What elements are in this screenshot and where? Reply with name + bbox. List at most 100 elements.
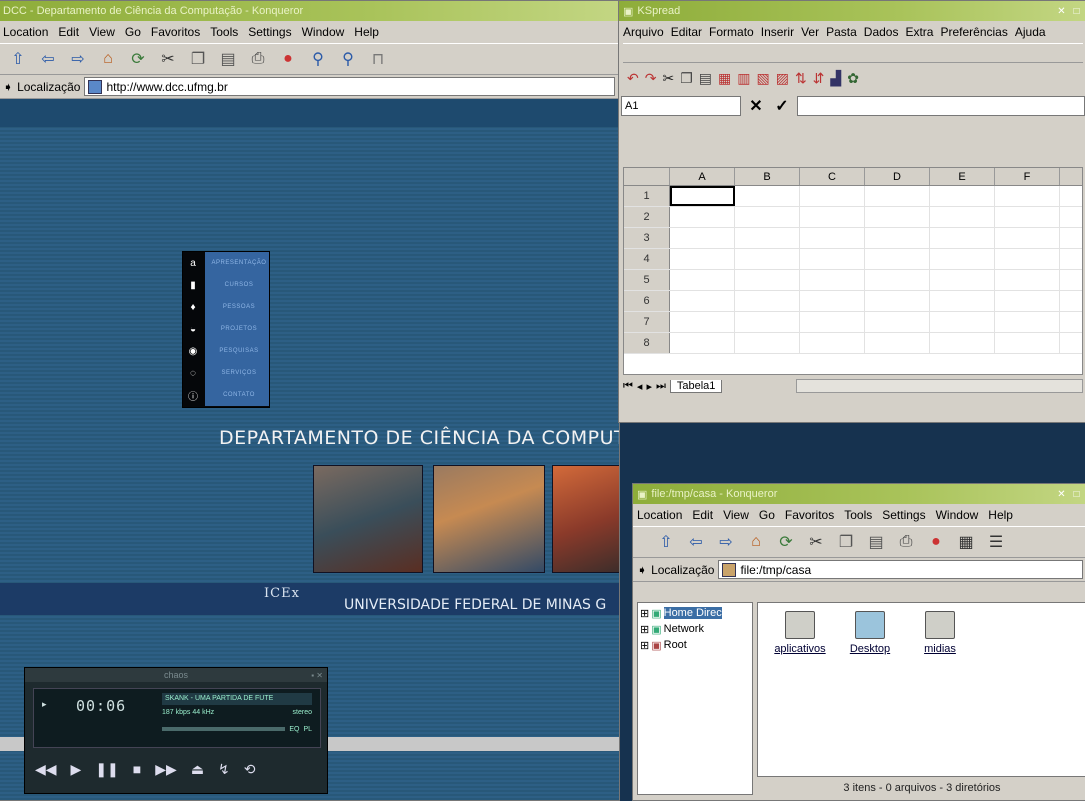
shuffle-icon[interactable]: ↯ xyxy=(218,761,230,778)
konqueror-title-bar[interactable]: DCC - Departamento de Ciência da Computa… xyxy=(0,1,619,21)
cell[interactable] xyxy=(995,186,1060,206)
icon-view-icon[interactable]: ▦ xyxy=(953,529,979,555)
file-item-midias[interactable]: midias xyxy=(908,611,972,655)
home-icon[interactable]: ⌂ xyxy=(743,529,769,555)
menu-favoritos[interactable]: Favoritos xyxy=(785,507,834,523)
eject-icon[interactable]: ⏏ xyxy=(191,761,204,778)
menu-dados[interactable]: Dados xyxy=(864,24,899,40)
nav-item-cursos[interactable]: ▮ CURSOS xyxy=(183,274,269,296)
maximize-icon[interactable]: □ xyxy=(1070,6,1083,17)
sheet-last-icon[interactable]: ⏭ xyxy=(656,380,666,393)
column-header[interactable]: A xyxy=(670,168,735,185)
menu-settings[interactable]: Settings xyxy=(248,24,291,40)
repeat-icon[interactable]: ⟲ xyxy=(244,761,256,778)
menu-extra[interactable]: Extra xyxy=(905,24,933,40)
menu-ajuda[interactable]: Ajuda xyxy=(1015,24,1046,40)
cell-reference-field[interactable]: A1 xyxy=(621,96,741,116)
sheet-next-icon[interactable]: ▸ xyxy=(646,380,652,393)
settings-icon[interactable]: ✿ xyxy=(847,70,859,87)
cell[interactable] xyxy=(800,312,865,332)
cell[interactable] xyxy=(930,270,995,290)
menu-location[interactable]: Location xyxy=(637,507,682,523)
cell[interactable] xyxy=(800,207,865,227)
close-icon[interactable]: ✕ xyxy=(1055,6,1068,17)
stop-icon[interactable]: ● xyxy=(275,46,301,72)
forward-icon[interactable]: ⇨ xyxy=(65,46,91,72)
pause-icon[interactable]: ❚❚ xyxy=(95,761,118,778)
home-icon[interactable]: ⌂ xyxy=(95,46,121,72)
delete-row-icon[interactable]: ▧ xyxy=(756,70,769,87)
paste-icon[interactable]: ▤ xyxy=(699,70,712,87)
cell[interactable] xyxy=(670,228,735,248)
cell[interactable] xyxy=(865,207,930,227)
insert-column-icon[interactable]: ▥ xyxy=(737,70,750,87)
paste-icon[interactable]: ▤ xyxy=(215,46,241,72)
nav-item-pessoas[interactable]: ♦ PESSOAS xyxy=(183,296,269,318)
cell[interactable] xyxy=(735,270,800,290)
menu-edit[interactable]: Edit xyxy=(58,24,79,40)
cell[interactable] xyxy=(930,312,995,332)
menu-window[interactable]: Window xyxy=(936,507,979,523)
redo-icon[interactable]: ↷ xyxy=(645,70,657,87)
expand-icon[interactable]: ⊞ xyxy=(640,607,649,620)
row-header[interactable]: 6 xyxy=(624,291,670,311)
cell[interactable] xyxy=(995,249,1060,269)
cell[interactable] xyxy=(800,249,865,269)
cell[interactable] xyxy=(670,270,735,290)
cell[interactable] xyxy=(735,186,800,206)
menu-inserir[interactable]: Inserir xyxy=(761,24,794,40)
sort-ascending-icon[interactable]: ⇅ xyxy=(795,70,807,87)
cell[interactable] xyxy=(800,291,865,311)
menu-location[interactable]: Location xyxy=(3,24,48,40)
volume-slider[interactable] xyxy=(162,727,286,731)
menu-go[interactable]: Go xyxy=(759,507,775,523)
undo-icon[interactable]: ↶ xyxy=(627,70,639,87)
up-icon[interactable]: ⇧ xyxy=(653,529,679,555)
cell[interactable] xyxy=(995,207,1060,227)
nav-item-projetos[interactable]: ◒ PROJETOS xyxy=(183,318,269,340)
file-item-desktop[interactable]: Desktop xyxy=(838,611,902,655)
cell[interactable] xyxy=(930,291,995,311)
expand-icon[interactable]: ⊞ xyxy=(640,639,649,652)
nav-item-pesquisas[interactable]: ◉ PESQUISAS xyxy=(183,340,269,362)
cell[interactable] xyxy=(995,333,1060,353)
spreadsheet-grid[interactable]: A B C D E F 1 2 3 4 5 6 7 8 xyxy=(623,167,1083,375)
tree-item-home[interactable]: ⊞ ▣ Home Direc xyxy=(640,605,750,621)
cell[interactable] xyxy=(670,312,735,332)
file-manager-title-bar[interactable]: ▣ file:/tmp/casa - Konqueror ✕ □ xyxy=(633,484,1085,504)
cell[interactable] xyxy=(735,291,800,311)
reload-icon[interactable]: ⟳ xyxy=(773,529,799,555)
cell[interactable] xyxy=(670,333,735,353)
stop-icon[interactable]: ■ xyxy=(133,761,141,778)
horizontal-scrollbar[interactable] xyxy=(796,379,1083,393)
cell[interactable] xyxy=(800,186,865,206)
menu-window[interactable]: Window xyxy=(302,24,345,40)
menu-formato[interactable]: Formato xyxy=(709,24,754,40)
row-header[interactable]: 1 xyxy=(624,186,670,206)
menu-help[interactable]: Help xyxy=(988,507,1013,523)
menu-tools[interactable]: Tools xyxy=(844,507,872,523)
back-icon[interactable]: ⇦ xyxy=(35,46,61,72)
cell[interactable] xyxy=(865,249,930,269)
menu-view[interactable]: View xyxy=(89,24,115,40)
sheet-first-icon[interactable]: ⏮ xyxy=(623,380,633,393)
accept-formula-icon[interactable]: ✓ xyxy=(771,96,793,116)
zoom-in-icon[interactable]: ⚲ xyxy=(305,46,331,72)
menu-pasta[interactable]: Pasta xyxy=(826,24,857,40)
stop-icon[interactable]: ● xyxy=(923,529,949,555)
menu-view[interactable]: View xyxy=(723,507,749,523)
nav-item-apresentacao[interactable]: a APRESENTAÇÃO xyxy=(183,252,269,274)
cell[interactable] xyxy=(735,333,800,353)
cut-icon[interactable]: ✂ xyxy=(662,70,674,87)
cell[interactable] xyxy=(865,228,930,248)
url-input[interactable]: http://www.dcc.ufmg.br xyxy=(84,77,615,96)
menu-ver[interactable]: Ver xyxy=(801,24,819,40)
play-icon[interactable]: ▶ xyxy=(71,761,82,778)
cell[interactable] xyxy=(995,312,1060,332)
cell[interactable] xyxy=(800,333,865,353)
cell[interactable] xyxy=(865,291,930,311)
tree-item-network[interactable]: ⊞ ▣ Network xyxy=(640,621,750,637)
menu-settings[interactable]: Settings xyxy=(882,507,925,523)
cell[interactable] xyxy=(995,291,1060,311)
player-title-bar[interactable]: chaos ▪ ✕ xyxy=(25,668,327,682)
